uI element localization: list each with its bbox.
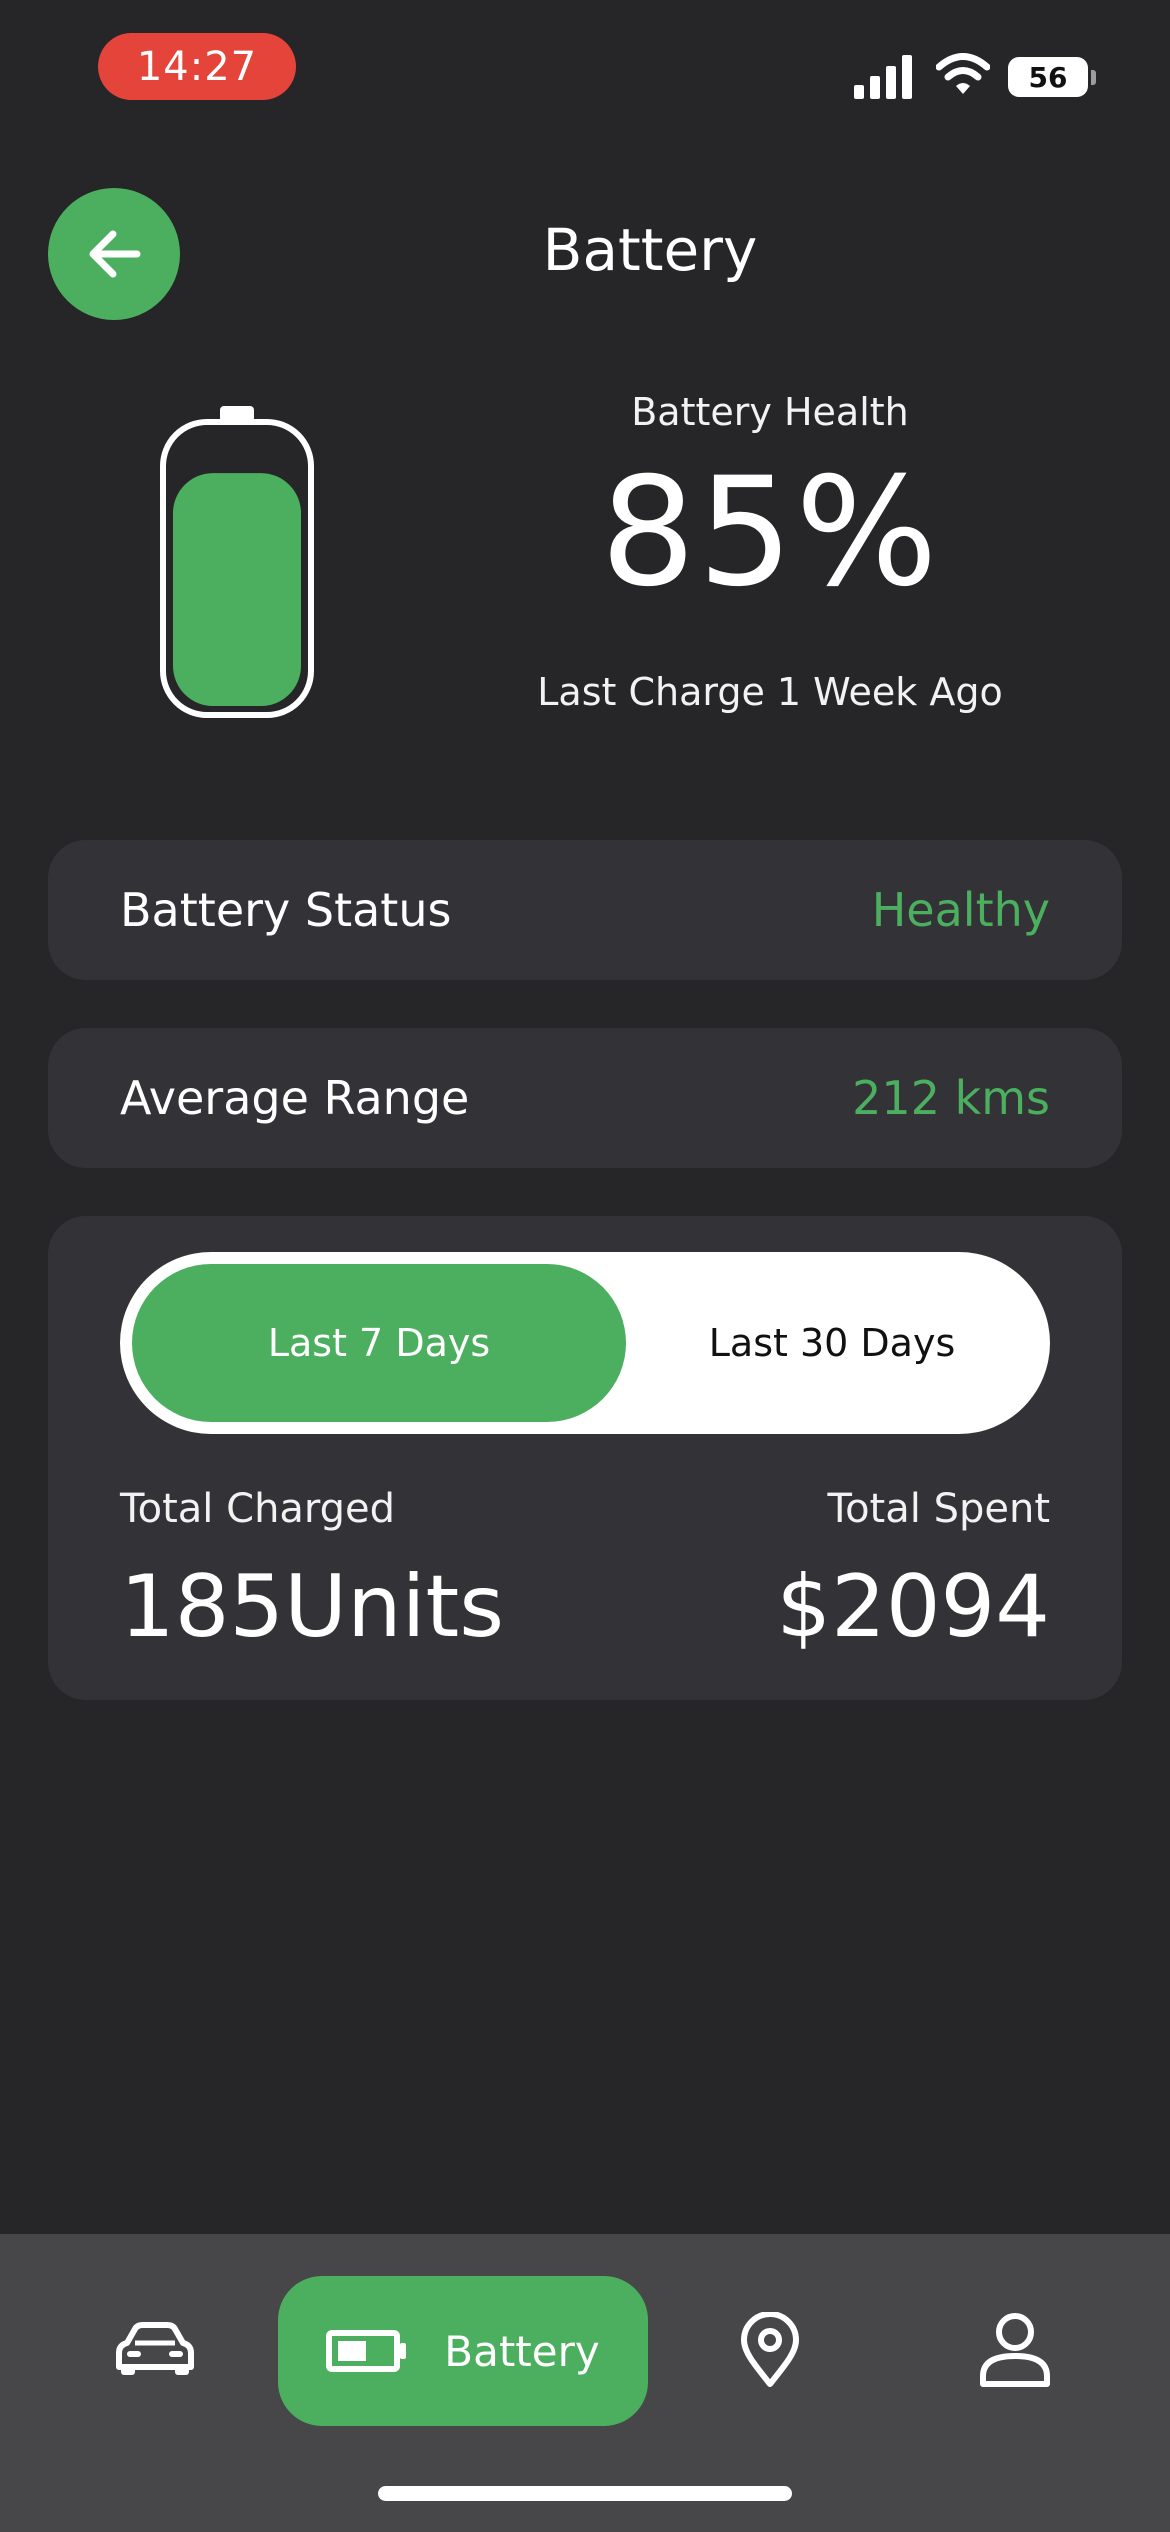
battery-status-label: Battery Status [120, 883, 452, 937]
average-range-value: 212 kms [852, 1071, 1050, 1125]
battery-fill [173, 473, 301, 706]
nav-item-profile[interactable] [960, 2292, 1070, 2408]
home-indicator[interactable] [378, 2486, 792, 2501]
battery-health-graphic [160, 406, 314, 718]
signal-icon [854, 55, 912, 99]
health-label: Battery Health [631, 390, 909, 434]
battery-status-value: Healthy [871, 883, 1050, 937]
charging-stats-card: Last 7 Days Last 30 Days Total Charged 1… [48, 1216, 1122, 1700]
battery-icon [326, 2330, 407, 2372]
battery-status-card: Battery Status Healthy [48, 840, 1122, 980]
total-spent-label: Total Spent [827, 1486, 1050, 1532]
status-time: 14:27 [98, 33, 296, 100]
status-bar: 14:27 56 [0, 0, 1170, 140]
health-value: 85% [600, 446, 940, 620]
tab-last-30-days[interactable]: Last 30 Days [626, 1264, 1038, 1422]
location-pin-icon [741, 2312, 799, 2387]
average-range-card: Average Range 212 kms [48, 1028, 1122, 1168]
nav-battery-label: Battery [444, 2326, 600, 2376]
car-icon [116, 2322, 194, 2375]
last-charge-text: Last Charge 1 Week Ago [537, 670, 1003, 714]
nav-item-battery[interactable]: Battery [278, 2276, 648, 2426]
wifi-icon [936, 53, 990, 94]
period-toggle: Last 7 Days Last 30 Days [120, 1252, 1050, 1434]
health-block: Battery Health 85% Last Charge 1 Week Ag… [520, 390, 1020, 714]
user-icon [980, 2313, 1050, 2387]
nav-item-car[interactable] [100, 2294, 210, 2404]
total-charged-value: 185Units [120, 1557, 505, 1657]
battery-level-indicator: 56 [1008, 57, 1088, 97]
battery-nub [1091, 70, 1096, 85]
nav-item-location[interactable] [715, 2292, 825, 2408]
total-charged-label: Total Charged [120, 1486, 396, 1532]
total-spent-value: $2094 [776, 1557, 1050, 1657]
page-title: Battery [542, 216, 758, 284]
tab-last-7-days[interactable]: Last 7 Days [132, 1264, 626, 1422]
average-range-label: Average Range [120, 1071, 470, 1125]
